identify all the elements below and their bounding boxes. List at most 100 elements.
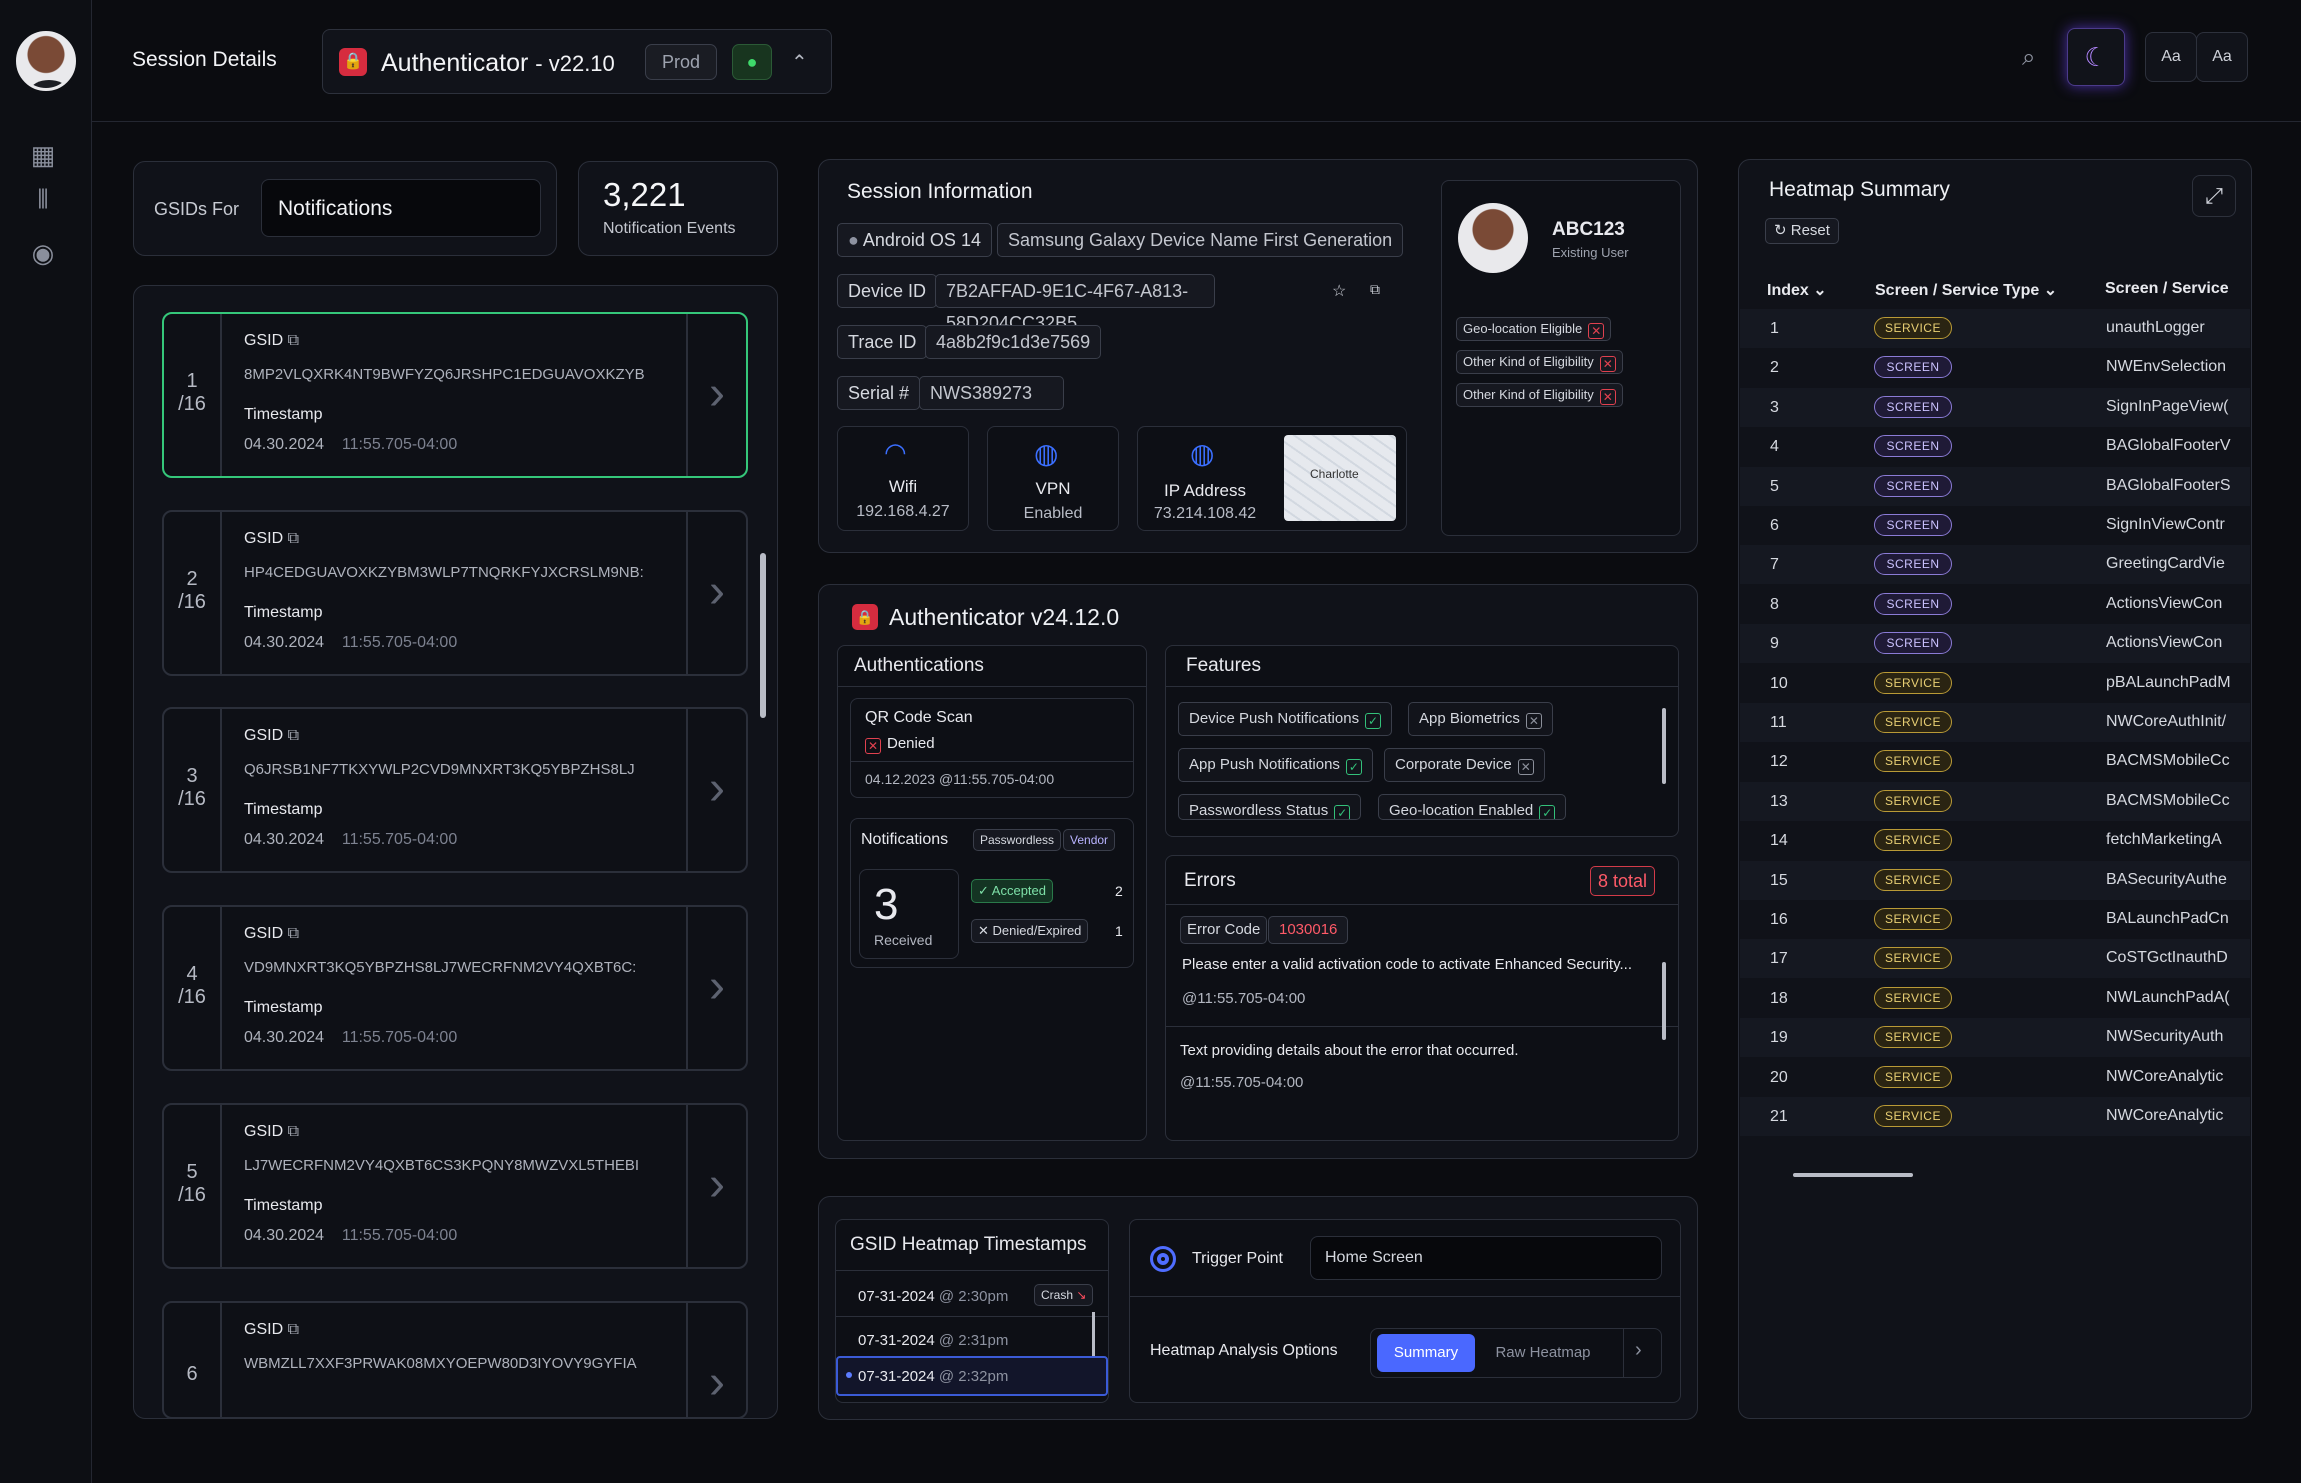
table-row[interactable]: 7 SCREEN GreetingCardVie — [1740, 545, 2250, 585]
crash-tag: Crash ↘ — [1034, 1284, 1094, 1306]
gsid-label: GSID ⧉ — [244, 332, 300, 349]
type-badge: SCREEN — [1874, 474, 1952, 497]
font-small-button[interactable]: Aa — [2145, 32, 2197, 82]
gsid-value: Q6JRSB1NF7TKXYWLP2CVD9MNXRT3KQ5YBPZHS8LJ — [244, 761, 635, 778]
row-index: 20 — [1770, 1068, 1788, 1086]
type-badge: SERVICE — [1874, 868, 1952, 891]
table-row[interactable]: 19 SERVICE NWSecurityAuth — [1740, 1018, 2250, 1058]
table-row[interactable]: 14 SERVICE fetchMarketingA — [1740, 821, 2250, 860]
table-row[interactable]: 16 SERVICE BALaunchPadCn — [1740, 900, 2250, 939]
screen-service-name: BALaunchPadCn — [2106, 910, 2229, 927]
page-title: Session Details — [132, 48, 277, 71]
table-row[interactable]: 3 SCREEN SignInPageView( — [1740, 387, 2250, 427]
table-row[interactable]: 6 SCREEN SignInViewContr — [1740, 506, 2250, 545]
app-name: Authenticator - v22.10 — [381, 49, 615, 77]
screen-service-name: BASecurityAuthe — [2106, 870, 2227, 888]
table-row[interactable]: 17 SERVICE CoSTGctInauthD — [1740, 939, 2250, 979]
device-id-label: Device ID — [837, 274, 938, 308]
table-row[interactable]: 4 SCREEN BAGlobalFooterV — [1740, 427, 2250, 466]
gsid-card[interactable]: 6 GSID ⧉ WBMZLL7XXF3PRWAK08MXYOEPW80D3IYOV… — [162, 1301, 748, 1419]
summary-option[interactable]: Summary — [1377, 1334, 1475, 1372]
user-id: ABC123 — [1552, 219, 1625, 240]
reset-button[interactable]: ↻ Reset — [1765, 218, 1839, 244]
search-icon[interactable]: ⌕ — [2022, 44, 2035, 72]
timestamp-item-selected[interactable]: 07-31-2024 @ 2:32pm — [836, 1356, 1108, 1396]
dark-mode-icon[interactable]: ☾ — [2067, 28, 2125, 86]
gsid-list-scrollbar[interactable] — [760, 553, 766, 718]
heatmap-scrollbar[interactable] — [1793, 1173, 1913, 1177]
chevron-right-icon[interactable]: › — [686, 314, 746, 476]
globe-icon: ◍ — [1190, 438, 1215, 469]
app-selector[interactable]: 🔒 Authenticator - v22.10 Prod ● ⌃ — [322, 29, 832, 94]
gsid-filter-select[interactable]: Notifications — [261, 179, 541, 237]
timestamps-scrollbar[interactable] — [1092, 1312, 1095, 1360]
feature-item: Device Push Notifications ✓ — [1178, 702, 1393, 736]
chevron-right-icon[interactable]: › — [686, 1105, 746, 1267]
type-badge: SCREEN — [1874, 435, 1952, 458]
chevron-up-icon[interactable]: ⌃ — [791, 50, 808, 75]
table-row[interactable]: 9 SCREEN ActionsViewCon — [1740, 624, 2250, 664]
table-row[interactable]: 11 SERVICE NWCoreAuthInit/ — [1740, 703, 2250, 742]
external-link-icon[interactable]: ⧉ — [1370, 281, 1380, 298]
chevron-right-icon[interactable]: › — [686, 709, 746, 871]
device-id: 7B2AFFAD-9E1C-4F67-A813-58D204CC32B5 — [935, 274, 1215, 333]
chevron-right-icon[interactable]: › — [686, 907, 746, 1069]
chevron-right-icon[interactable]: › — [686, 512, 746, 674]
chevron-right-icon[interactable]: › — [1635, 1339, 1642, 1362]
gsid-label: GSID ⧉ — [244, 727, 300, 744]
gsid-card[interactable]: 5/16 GSID ⧉ LJ7WECRFNM2VY4QXBT6CS3KPQNY8MW… — [162, 1103, 748, 1269]
gsid-value: HP4CEDGUAVOXKZYBM3WLP7TNQRKFYJXCRSLM9NB: — [244, 564, 644, 581]
avatar[interactable] — [16, 31, 76, 91]
table-row[interactable]: 2 SCREEN NWEnvSelection — [1740, 348, 2250, 387]
table-row[interactable]: 8 SCREEN ActionsViewCon — [1740, 585, 2250, 624]
table-row[interactable]: 20 SERVICE NWCoreAnalytic — [1740, 1058, 2250, 1097]
table-row[interactable]: 10 SERVICE pBALaunchPadM — [1740, 664, 2250, 703]
table-row[interactable]: 15 SERVICE BASecurityAuthe — [1740, 860, 2250, 900]
feature-item: App Push Notifications ✓ — [1178, 748, 1373, 782]
qr-card: QR Code Scan ✕ Denied 04.12.2023 @11:55.7… — [850, 698, 1134, 798]
table-row[interactable]: 5 SCREEN BAGlobalFooterS — [1740, 466, 2250, 506]
table-row[interactable]: 12 SERVICE BACMSMobileCc — [1740, 742, 2250, 781]
timestamp-item[interactable]: 07-31-2024 @ 2:30pm — [858, 1288, 1008, 1305]
gsid-card[interactable]: 1/16 GSID ⧉ 8MP2VLQXRK4NT9BWFYZQ6JRSHPC1ED… — [162, 312, 748, 478]
row-index: 1 — [1770, 320, 1779, 337]
dashboard-icon[interactable]: ▦ — [28, 140, 58, 170]
copy-icon: ⧉ — [287, 1321, 300, 1338]
env-badge: Prod — [645, 44, 717, 80]
screen-service-name: SignInPageView( — [2106, 397, 2229, 415]
gsid-card[interactable]: 2/16 GSID ⧉ HP4CEDGUAVOXKZYBM3WLP7TNQRKFYJ… — [162, 510, 748, 676]
gsid-card[interactable]: 4/16 GSID ⧉ VD9MNXRT3KQ5YBPZHS8LJ7WECRFNM2… — [162, 905, 748, 1071]
chevron-right-icon[interactable]: › — [686, 1303, 746, 1417]
font-large-button[interactable]: Aa — [2196, 32, 2248, 82]
globe-icon: ◍ — [1034, 438, 1059, 469]
os-tag: ● Android OS 14 — [837, 223, 992, 257]
table-row[interactable]: 21 SERVICE NWCoreAnalytic — [1740, 1097, 2250, 1136]
timestamp-item[interactable]: 07-31-2024 @ 2:31pm — [858, 1332, 1008, 1349]
star-icon[interactable]: ☆ — [1332, 281, 1346, 301]
trigger-card: Trigger Point Home Screen Heatmap Analys… — [1129, 1219, 1681, 1403]
screen-service-name: SignInViewContr — [2106, 516, 2225, 533]
user-settings-icon[interactable]: ◉ — [28, 238, 58, 268]
errors-scrollbar[interactable] — [1662, 962, 1666, 1040]
screen-service-name: unauthLogger — [2106, 319, 2205, 336]
row-index: 12 — [1770, 753, 1788, 771]
trigger-point-input[interactable]: Home Screen — [1310, 1236, 1662, 1280]
row-index: 10 — [1770, 674, 1788, 692]
expand-icon[interactable]: ⤢ — [2192, 175, 2236, 217]
row-index: 5 — [1770, 477, 1779, 495]
features-scrollbar[interactable] — [1662, 708, 1666, 784]
type-badge: SCREEN — [1874, 632, 1952, 655]
map-thumbnail[interactable]: Charlotte — [1284, 435, 1396, 521]
raw-heatmap-option[interactable]: Raw Heatmap — [1483, 1334, 1603, 1372]
type-badge: SERVICE — [1874, 1026, 1952, 1049]
screen-service-name: CoSTGctInauthD — [2106, 949, 2228, 967]
errors-card: Errors 8 total Error Code 1030016 Please… — [1165, 855, 1679, 1141]
columns-icon[interactable]: ⦀ — [28, 184, 58, 214]
table-row[interactable]: 18 SERVICE NWLaunchPadA( — [1740, 979, 2250, 1018]
gsid-card[interactable]: 3/16 GSID ⧉ Q6JRSB1NF7TKXYWLP2CVD9MNXRT3KQ… — [162, 707, 748, 873]
table-row[interactable]: 1 SERVICE unauthLogger — [1740, 309, 2250, 348]
gsid-index: 1/16 — [164, 314, 222, 476]
errors-total: 8 total — [1590, 866, 1656, 896]
heatmap-title: Heatmap Summary — [1769, 178, 1950, 201]
table-row[interactable]: 13 SERVICE BACMSMobileCc — [1740, 781, 2250, 821]
